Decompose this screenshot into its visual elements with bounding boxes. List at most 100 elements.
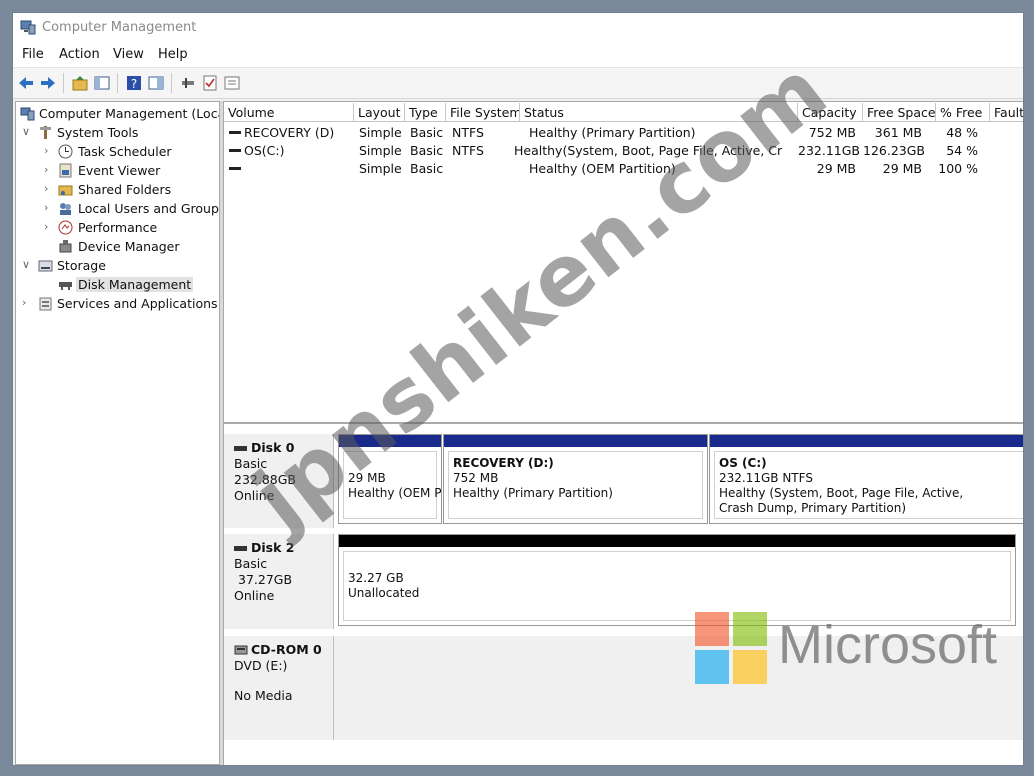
partition-size: 29 MB [348,471,386,485]
partition-os[interactable]: OS (C:) 232.11GB NTFS Healthy (System, B… [709,434,1023,524]
disk-management-icon [59,282,72,290]
partition-recovery[interactable]: RECOVERY (D:) 752 MB Healthy (Primary Pa… [443,434,708,524]
disk-type: Basic [234,456,268,471]
partition-unallocated[interactable]: 32.27 GB Unallocated [338,534,1016,626]
layout-cell: Simple [359,161,402,176]
disk-icon [234,445,247,451]
menu-action[interactable]: Action [59,47,100,62]
volume-icon [229,167,241,170]
tree-item-label: Performance [78,220,158,235]
disk-label[interactable]: Disk 0 Basic 232.88GB Online [224,434,334,528]
volume-list: Volume Layout Type File System Status Ca… [223,101,1023,423]
partition-status: Healthy (Primary Partition) [453,486,613,500]
column-header-status[interactable]: Status [520,103,798,122]
computer-management-icon [20,20,36,35]
partition-name: RECOVERY (D:) [453,456,554,470]
partition-size: 232.11GB NTFS [719,471,813,485]
file-system-cell: NTFS [452,125,484,140]
capacity-cell: 752 MB [808,125,856,140]
disk-status: Online [234,588,275,603]
tree-item-label: Services and Applications [57,296,218,311]
column-header-file-system[interactable]: File System [446,103,520,122]
disk-status: Online [234,488,275,503]
expand-chevron-icon[interactable]: › [44,182,54,195]
disk-name: Disk 0 [251,440,295,455]
tree-item-label: Event Viewer [78,163,161,178]
title-bar: Computer Management [13,13,1023,43]
partition-status-line2: Crash Dump, Primary Partition) [719,501,906,515]
expand-chevron-icon[interactable]: › [44,163,54,176]
disk-graphical-view: Disk 0 Basic 232.88GB Online 29 MB Healt… [223,423,1023,765]
disk-type: Basic [234,556,268,571]
column-header-capacity[interactable]: Capacity [798,103,863,122]
expand-chevron-icon[interactable]: › [44,201,54,214]
tree-root-label: Computer Management (Local [39,106,220,121]
forward-arrow-icon[interactable] [39,74,57,92]
services-icon [39,297,52,311]
disk-type: DVD (E:) [234,658,288,673]
menu-file[interactable]: File [22,47,44,62]
disk-name: Disk 2 [251,540,295,555]
column-header-volume[interactable]: Volume [224,103,354,122]
tree-item-label: Shared Folders [78,182,172,197]
disk-label[interactable]: CD-ROM 0 DVD (E:) No Media [224,636,334,740]
partition-name: OS (C:) [719,456,767,470]
collapse-chevron-icon[interactable]: ∨ [22,125,32,138]
volume-name: OS(C:) [244,143,285,158]
disk-name: CD-ROM 0 [251,642,322,657]
type-cell: Basic [410,125,444,140]
layout-cell: Simple [359,143,402,158]
partition-oem[interactable]: 29 MB Healthy (OEM P [338,434,442,524]
expand-chevron-icon[interactable]: › [44,220,54,233]
column-header-layout[interactable]: Layout [354,103,405,122]
show-hide-console-tree-icon[interactable] [93,74,111,92]
file-system-cell: NTFS [452,143,484,158]
checklist-icon[interactable] [201,74,219,92]
volume-name: RECOVERY (D) [244,125,335,140]
help-icon[interactable]: ? [125,74,143,92]
disk-size: 232.88GB [234,472,296,487]
disk-label[interactable]: Disk 2 Basic 37.27GB Online [224,534,334,629]
column-header-fault[interactable]: Fault [990,103,1023,122]
column-header-percent-free[interactable]: % Free [936,103,990,122]
partition-status: Healthy (OEM P [348,486,442,500]
device-manager-icon [59,240,72,253]
expand-chevron-icon[interactable]: › [22,296,32,309]
export-list-icon[interactable] [223,74,241,92]
type-cell: Basic [410,161,444,176]
expand-chevron-icon[interactable]: › [44,144,54,157]
console-tree: Computer Management (Local ∨ System Tool… [15,101,220,765]
volume-icon [229,149,241,152]
percent-free-cell: 48 % [946,125,978,140]
toolbar: ? [13,68,1023,99]
storage-icon [38,260,53,272]
window-title: Computer Management [42,20,197,35]
partition-size: 32.27 GB [348,571,404,585]
performance-icon [58,220,73,235]
column-header-type[interactable]: Type [405,103,446,122]
type-cell: Basic [410,143,444,158]
properties-pane-icon[interactable] [147,74,165,92]
menu-help[interactable]: Help [158,47,188,62]
menu-view[interactable]: View [113,47,144,62]
shared-folder-icon [58,185,73,196]
volume-icon [229,131,241,134]
collapse-chevron-icon[interactable]: ∨ [22,258,32,271]
tree-item-label: Device Manager [78,239,180,254]
percent-free-cell: 54 % [946,143,978,158]
free-space-cell: 361 MB [874,125,922,140]
cd-rom-icon [234,645,248,655]
column-header-free-space[interactable]: Free Space [863,103,936,122]
layout-cell: Simple [359,125,402,140]
tree-item-label: Task Scheduler [78,144,172,159]
percent-free-cell: 100 % [938,161,978,176]
connect-icon[interactable] [179,74,197,92]
status-cell: Healthy (OEM Partition) [529,161,676,176]
tree-item-label: Disk Management [76,277,194,292]
up-folder-icon[interactable] [71,74,89,92]
back-arrow-icon[interactable] [17,74,35,92]
computer-management-icon [20,107,35,121]
capacity-cell: 29 MB [816,161,856,176]
event-viewer-icon [59,163,72,178]
free-space-cell: 126.23GB [863,143,925,158]
